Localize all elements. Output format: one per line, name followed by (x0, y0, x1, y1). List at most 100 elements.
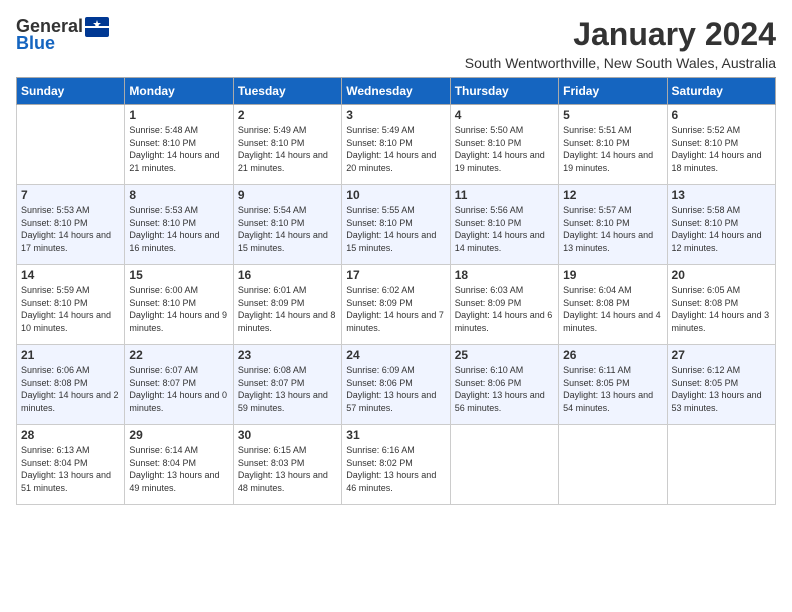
sunset-text: Sunset: 8:03 PM (238, 458, 305, 468)
sunset-text: Sunset: 8:08 PM (672, 298, 739, 308)
sunset-text: Sunset: 8:04 PM (21, 458, 88, 468)
calendar-cell: 6 Sunrise: 5:52 AM Sunset: 8:10 PM Dayli… (667, 105, 775, 185)
header: General Blue January 2024 South Wentwort… (16, 16, 776, 71)
day-number: 29 (129, 428, 228, 442)
sunrise-text: Sunrise: 5:48 AM (129, 125, 198, 135)
day-info: Sunrise: 6:04 AM Sunset: 8:08 PM Dayligh… (563, 284, 662, 334)
sunset-text: Sunset: 8:10 PM (238, 218, 305, 228)
daylight-text: Daylight: 14 hours and 8 minutes. (238, 310, 336, 333)
sunrise-text: Sunrise: 5:54 AM (238, 205, 307, 215)
day-info: Sunrise: 5:49 AM Sunset: 8:10 PM Dayligh… (238, 124, 337, 174)
calendar-week-row: 1 Sunrise: 5:48 AM Sunset: 8:10 PM Dayli… (17, 105, 776, 185)
daylight-text: Daylight: 14 hours and 15 minutes. (346, 230, 436, 253)
day-number: 27 (672, 348, 771, 362)
calendar-cell: 4 Sunrise: 5:50 AM Sunset: 8:10 PM Dayli… (450, 105, 558, 185)
sunrise-text: Sunrise: 5:51 AM (563, 125, 632, 135)
sunrise-text: Sunrise: 6:05 AM (672, 285, 741, 295)
sunrise-text: Sunrise: 6:01 AM (238, 285, 307, 295)
calendar-cell: 17 Sunrise: 6:02 AM Sunset: 8:09 PM Dayl… (342, 265, 450, 345)
day-info: Sunrise: 6:10 AM Sunset: 8:06 PM Dayligh… (455, 364, 554, 414)
sunrise-text: Sunrise: 5:57 AM (563, 205, 632, 215)
sunrise-text: Sunrise: 6:00 AM (129, 285, 198, 295)
calendar-cell: 26 Sunrise: 6:11 AM Sunset: 8:05 PM Dayl… (559, 345, 667, 425)
sunset-text: Sunset: 8:10 PM (563, 138, 630, 148)
day-number: 7 (21, 188, 120, 202)
calendar-cell: 10 Sunrise: 5:55 AM Sunset: 8:10 PM Dayl… (342, 185, 450, 265)
daylight-text: Daylight: 14 hours and 15 minutes. (238, 230, 328, 253)
day-number: 10 (346, 188, 445, 202)
header-thursday: Thursday (450, 78, 558, 105)
sunrise-text: Sunrise: 6:08 AM (238, 365, 307, 375)
sunrise-text: Sunrise: 6:15 AM (238, 445, 307, 455)
day-number: 6 (672, 108, 771, 122)
calendar-cell: 28 Sunrise: 6:13 AM Sunset: 8:04 PM Dayl… (17, 425, 125, 505)
sunset-text: Sunset: 8:07 PM (129, 378, 196, 388)
sunrise-text: Sunrise: 6:09 AM (346, 365, 415, 375)
day-info: Sunrise: 5:50 AM Sunset: 8:10 PM Dayligh… (455, 124, 554, 174)
sunset-text: Sunset: 8:09 PM (455, 298, 522, 308)
day-info: Sunrise: 6:00 AM Sunset: 8:10 PM Dayligh… (129, 284, 228, 334)
sunset-text: Sunset: 8:10 PM (346, 218, 413, 228)
sunrise-text: Sunrise: 6:07 AM (129, 365, 198, 375)
day-number: 4 (455, 108, 554, 122)
sunset-text: Sunset: 8:08 PM (563, 298, 630, 308)
daylight-text: Daylight: 14 hours and 4 minutes. (563, 310, 661, 333)
calendar-table: Sunday Monday Tuesday Wednesday Thursday… (16, 77, 776, 505)
sunrise-text: Sunrise: 5:59 AM (21, 285, 90, 295)
day-number: 2 (238, 108, 337, 122)
sunset-text: Sunset: 8:10 PM (455, 218, 522, 228)
header-monday: Monday (125, 78, 233, 105)
calendar-cell: 19 Sunrise: 6:04 AM Sunset: 8:08 PM Dayl… (559, 265, 667, 345)
sunrise-text: Sunrise: 6:11 AM (563, 365, 631, 375)
sunset-text: Sunset: 8:09 PM (238, 298, 305, 308)
sunrise-text: Sunrise: 5:56 AM (455, 205, 524, 215)
calendar-cell: 11 Sunrise: 5:56 AM Sunset: 8:10 PM Dayl… (450, 185, 558, 265)
sunset-text: Sunset: 8:10 PM (21, 218, 88, 228)
sunset-text: Sunset: 8:10 PM (238, 138, 305, 148)
daylight-text: Daylight: 13 hours and 46 minutes. (346, 470, 436, 493)
day-info: Sunrise: 5:51 AM Sunset: 8:10 PM Dayligh… (563, 124, 662, 174)
sunset-text: Sunset: 8:05 PM (672, 378, 739, 388)
day-number: 20 (672, 268, 771, 282)
day-info: Sunrise: 6:12 AM Sunset: 8:05 PM Dayligh… (672, 364, 771, 414)
daylight-text: Daylight: 14 hours and 17 minutes. (21, 230, 111, 253)
sunrise-text: Sunrise: 6:13 AM (21, 445, 90, 455)
calendar-cell: 23 Sunrise: 6:08 AM Sunset: 8:07 PM Dayl… (233, 345, 341, 425)
calendar-week-row: 28 Sunrise: 6:13 AM Sunset: 8:04 PM Dayl… (17, 425, 776, 505)
sunset-text: Sunset: 8:10 PM (455, 138, 522, 148)
sunrise-text: Sunrise: 6:03 AM (455, 285, 524, 295)
sunset-text: Sunset: 8:10 PM (21, 298, 88, 308)
day-info: Sunrise: 6:11 AM Sunset: 8:05 PM Dayligh… (563, 364, 662, 414)
calendar-cell: 3 Sunrise: 5:49 AM Sunset: 8:10 PM Dayli… (342, 105, 450, 185)
daylight-text: Daylight: 14 hours and 14 minutes. (455, 230, 545, 253)
calendar-cell: 22 Sunrise: 6:07 AM Sunset: 8:07 PM Dayl… (125, 345, 233, 425)
location-title: South Wentworthville, New South Wales, A… (465, 55, 776, 71)
sunrise-text: Sunrise: 6:12 AM (672, 365, 741, 375)
day-info: Sunrise: 6:15 AM Sunset: 8:03 PM Dayligh… (238, 444, 337, 494)
sunrise-text: Sunrise: 5:49 AM (346, 125, 415, 135)
calendar-cell: 15 Sunrise: 6:00 AM Sunset: 8:10 PM Dayl… (125, 265, 233, 345)
calendar-week-row: 21 Sunrise: 6:06 AM Sunset: 8:08 PM Dayl… (17, 345, 776, 425)
daylight-text: Daylight: 14 hours and 12 minutes. (672, 230, 762, 253)
daylight-text: Daylight: 14 hours and 0 minutes. (129, 390, 227, 413)
daylight-text: Daylight: 14 hours and 20 minutes. (346, 150, 436, 173)
title-area: January 2024 South Wentworthville, New S… (465, 16, 776, 71)
day-number: 17 (346, 268, 445, 282)
day-number: 9 (238, 188, 337, 202)
calendar-cell (667, 425, 775, 505)
sunset-text: Sunset: 8:10 PM (129, 218, 196, 228)
sunrise-text: Sunrise: 5:53 AM (21, 205, 90, 215)
daylight-text: Daylight: 13 hours and 59 minutes. (238, 390, 328, 413)
sunset-text: Sunset: 8:05 PM (563, 378, 630, 388)
calendar-cell: 16 Sunrise: 6:01 AM Sunset: 8:09 PM Dayl… (233, 265, 341, 345)
header-wednesday: Wednesday (342, 78, 450, 105)
calendar-week-row: 7 Sunrise: 5:53 AM Sunset: 8:10 PM Dayli… (17, 185, 776, 265)
sunset-text: Sunset: 8:08 PM (21, 378, 88, 388)
day-info: Sunrise: 5:57 AM Sunset: 8:10 PM Dayligh… (563, 204, 662, 254)
calendar-cell: 7 Sunrise: 5:53 AM Sunset: 8:10 PM Dayli… (17, 185, 125, 265)
page-container: General Blue January 2024 South Wentwort… (16, 16, 776, 505)
day-info: Sunrise: 6:16 AM Sunset: 8:02 PM Dayligh… (346, 444, 445, 494)
sunrise-text: Sunrise: 6:16 AM (346, 445, 415, 455)
day-info: Sunrise: 5:58 AM Sunset: 8:10 PM Dayligh… (672, 204, 771, 254)
sunset-text: Sunset: 8:06 PM (455, 378, 522, 388)
